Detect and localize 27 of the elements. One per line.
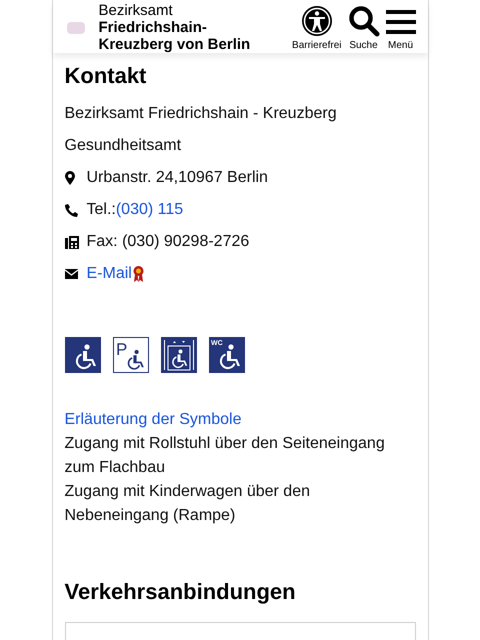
envelope-icon — [64, 269, 78, 279]
award-ribbon-icon — [132, 266, 144, 282]
parking-icon: P — [112, 337, 148, 373]
wheelchair-icon — [64, 337, 100, 373]
site-title: Friedrichshain-Kreuzberg von Berlin — [98, 19, 252, 53]
section-heading: Verkehrsanbindungen — [64, 579, 297, 605]
accessibility-icon — [300, 4, 333, 36]
map-pin-icon — [64, 171, 74, 185]
symbols-link[interactable]: Erläuterung der Symbole — [64, 408, 242, 432]
site-title: Bezirksamt — [98, 2, 174, 19]
contact-text: Gesundheitsamt — [64, 136, 182, 156]
phone-icon — [64, 204, 78, 216]
menu-button[interactable]: Menü — [386, 6, 416, 50]
contact-text: Fax: (030) 90298-2726 — [86, 232, 250, 252]
access-note: Zugang mit Kinderwagen über den Nebeneingang (Rampe) — [64, 482, 311, 526]
phone-link[interactable]: (030) 115 — [116, 198, 184, 222]
access-note: Zugang mit Rollstuhl über den Seiteneingang zum Flachbau — [64, 434, 386, 478]
search-icon — [348, 4, 380, 36]
email-link[interactable]: E-Mail — [86, 262, 132, 286]
elevator-icon — [160, 337, 196, 373]
accessibility-button[interactable]: Barrierefrei — [292, 4, 342, 50]
section-heading: Kontakt — [64, 63, 148, 89]
fax-icon — [64, 236, 78, 248]
contact-text: Urbanstr. 24,10967 Berlin — [86, 168, 268, 188]
contact-text: Tel.: — [86, 200, 116, 220]
contact-text: Bezirksamt Friedrichshain - Kreuzberg — [64, 104, 338, 124]
search-button[interactable]: Suche — [348, 4, 380, 50]
